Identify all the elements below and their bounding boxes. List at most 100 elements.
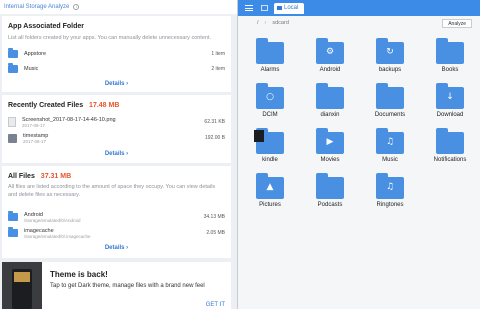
file-browser-pane: Local / › sdcard Analyze Alarms ⚙ Android ↻…: [238, 0, 480, 309]
folder-label: DCIM: [262, 112, 278, 118]
folder-path: /storage/emulated/0/Android: [24, 217, 81, 223]
folder-item[interactable]: ♫ Ringtones: [360, 173, 420, 208]
theme-subtitle: Tap to get Dark theme, manage files with…: [50, 283, 205, 289]
folder-label: Notifications: [433, 157, 467, 163]
folder-item[interactable]: ▶ Movies: [300, 128, 360, 163]
folder-item[interactable]: Books: [420, 38, 480, 73]
folder-label: Ringtones: [376, 202, 404, 208]
breadcrumb: / › sdcard Analyze: [238, 16, 480, 30]
folder-item[interactable]: ↻ backups: [360, 38, 420, 73]
folder-name: Android: [24, 211, 43, 218]
top-bar: Local: [238, 0, 480, 16]
tab-local[interactable]: Local: [274, 2, 305, 14]
card-title: App Associated Folder: [8, 23, 84, 30]
folder-icon: ○: [256, 83, 284, 109]
folder-item[interactable]: Documents: [360, 83, 420, 118]
info-icon[interactable]: i: [73, 4, 80, 10]
file-date: 2017-08-17: [23, 138, 47, 144]
list-item[interactable]: Appstore 1 item: [8, 47, 225, 61]
analyze-header: Internal Storage Analyze i: [0, 0, 238, 14]
details-button[interactable]: Details ›: [2, 81, 231, 87]
folder-label: dianxin: [320, 112, 340, 118]
folder-icon: [436, 128, 464, 154]
card-title: Recently Created Files 17.48 MB: [8, 102, 120, 109]
folder-size: 34.13 MB: [203, 214, 225, 220]
folder-item[interactable]: ○ DCIM: [240, 83, 300, 118]
details-button[interactable]: Details ›: [2, 151, 231, 157]
card-desc: List all folders created by your apps. Y…: [8, 35, 212, 41]
folder-item[interactable]: ▲ Pictures: [240, 173, 300, 208]
folder-item[interactable]: dianxin: [300, 83, 360, 118]
folder-item[interactable]: kindle: [240, 128, 300, 163]
folder-label: Podcasts: [317, 202, 343, 208]
home-icon[interactable]: [261, 5, 268, 11]
folder-label: Movies: [320, 157, 340, 163]
details-button[interactable]: Details ›: [2, 245, 231, 251]
folder-label: Download: [436, 112, 464, 118]
app-associated-card: App Associated Folder List all folders c…: [2, 16, 231, 92]
folder-label: Pictures: [259, 202, 281, 208]
storage-analyze-pane: Internal Storage Analyze i App Associate…: [0, 0, 238, 309]
recent-files-card: Recently Created Files 17.48 MB Screensh…: [2, 95, 231, 163]
folder-item[interactable]: Podcasts: [300, 173, 360, 208]
list-item[interactable]: imagecache/storage/emulated/0/.imagecach…: [8, 225, 225, 241]
folder-label: Documents: [374, 112, 406, 118]
breadcrumb-root[interactable]: /: [257, 20, 259, 26]
folder-icon: [8, 63, 18, 73]
folder-icon: [8, 211, 18, 221]
folder-path: /storage/emulated/0/.imagecache: [24, 233, 91, 239]
list-item[interactable]: timestamp 2017-08-17 192.00 B: [8, 130, 225, 146]
item-name: Appstore: [24, 51, 47, 57]
folder-icon: [8, 227, 18, 237]
recent-size: 17.48 MB: [89, 102, 120, 109]
folder-icon: ♫: [376, 173, 404, 199]
folder-name: imagecache: [24, 227, 54, 234]
card-desc: All files are listed according to the am…: [8, 184, 216, 198]
folder-label: Alarms: [260, 67, 280, 73]
breadcrumb-sdcard[interactable]: sdcard: [272, 20, 289, 26]
theme-preview-image: [2, 262, 42, 309]
folder-item[interactable]: Notifications: [420, 128, 480, 163]
file-name: timestamp: [23, 132, 49, 139]
folder-item[interactable]: ⚙ Android: [300, 38, 360, 73]
folder-item[interactable]: ♫ Music: [360, 128, 420, 163]
item-count: 1 item: [211, 51, 225, 57]
folder-label: Books: [441, 67, 459, 73]
menu-icon[interactable]: [245, 5, 253, 11]
folder-item[interactable]: ↓ Download: [420, 83, 480, 118]
folder-icon: ↓: [436, 83, 464, 109]
folder-label: Music: [382, 157, 398, 163]
all-files-card: All Files 37.31 MB All files are listed …: [2, 166, 231, 258]
folder-icon: [316, 83, 344, 109]
folder-icon: ♫: [376, 128, 404, 154]
card-title: All Files 37.31 MB: [8, 173, 72, 180]
folder-label: Android: [319, 67, 341, 73]
allfiles-size: 37.31 MB: [40, 173, 72, 180]
item-count: 2 item: [211, 66, 225, 72]
analyze-title: Internal Storage Analyze: [4, 4, 70, 10]
theme-promo-card[interactable]: Theme is back! Tap to get Dark theme, ma…: [2, 262, 231, 309]
folder-item[interactable]: Alarms: [240, 38, 300, 73]
file-name: Screenshot_2017-08-17-14-46-10.png: [22, 116, 116, 123]
folder-icon: [8, 48, 18, 58]
list-item[interactable]: Screenshot_2017-08-17-14-46-10.png 2017-0…: [8, 114, 225, 130]
folder-label: backups: [378, 67, 402, 73]
folder-size: 2.05 MB: [206, 230, 225, 236]
folder-icon: [254, 128, 284, 154]
get-it-button[interactable]: GET IT: [206, 302, 225, 308]
item-name: Music: [24, 66, 39, 72]
folder-icon: ↻: [376, 38, 404, 64]
folder-icon: [376, 83, 404, 109]
list-item[interactable]: Android/storage/emulated/0/Android 34.13…: [8, 209, 225, 225]
theme-title: Theme is back!: [50, 270, 108, 279]
analyze-button[interactable]: Analyze: [442, 19, 472, 28]
file-size: 192.00 B: [204, 135, 225, 141]
file-date: 2017-08-17: [22, 122, 46, 128]
folder-icon: ▶: [316, 128, 344, 154]
folder-icon: [436, 38, 464, 64]
file-size: 62.31 KB: [204, 119, 225, 125]
folder-icon: [256, 38, 284, 64]
list-item[interactable]: Music 2 item: [8, 62, 225, 76]
image-file-icon: [8, 117, 16, 127]
file-icon: [8, 133, 17, 143]
